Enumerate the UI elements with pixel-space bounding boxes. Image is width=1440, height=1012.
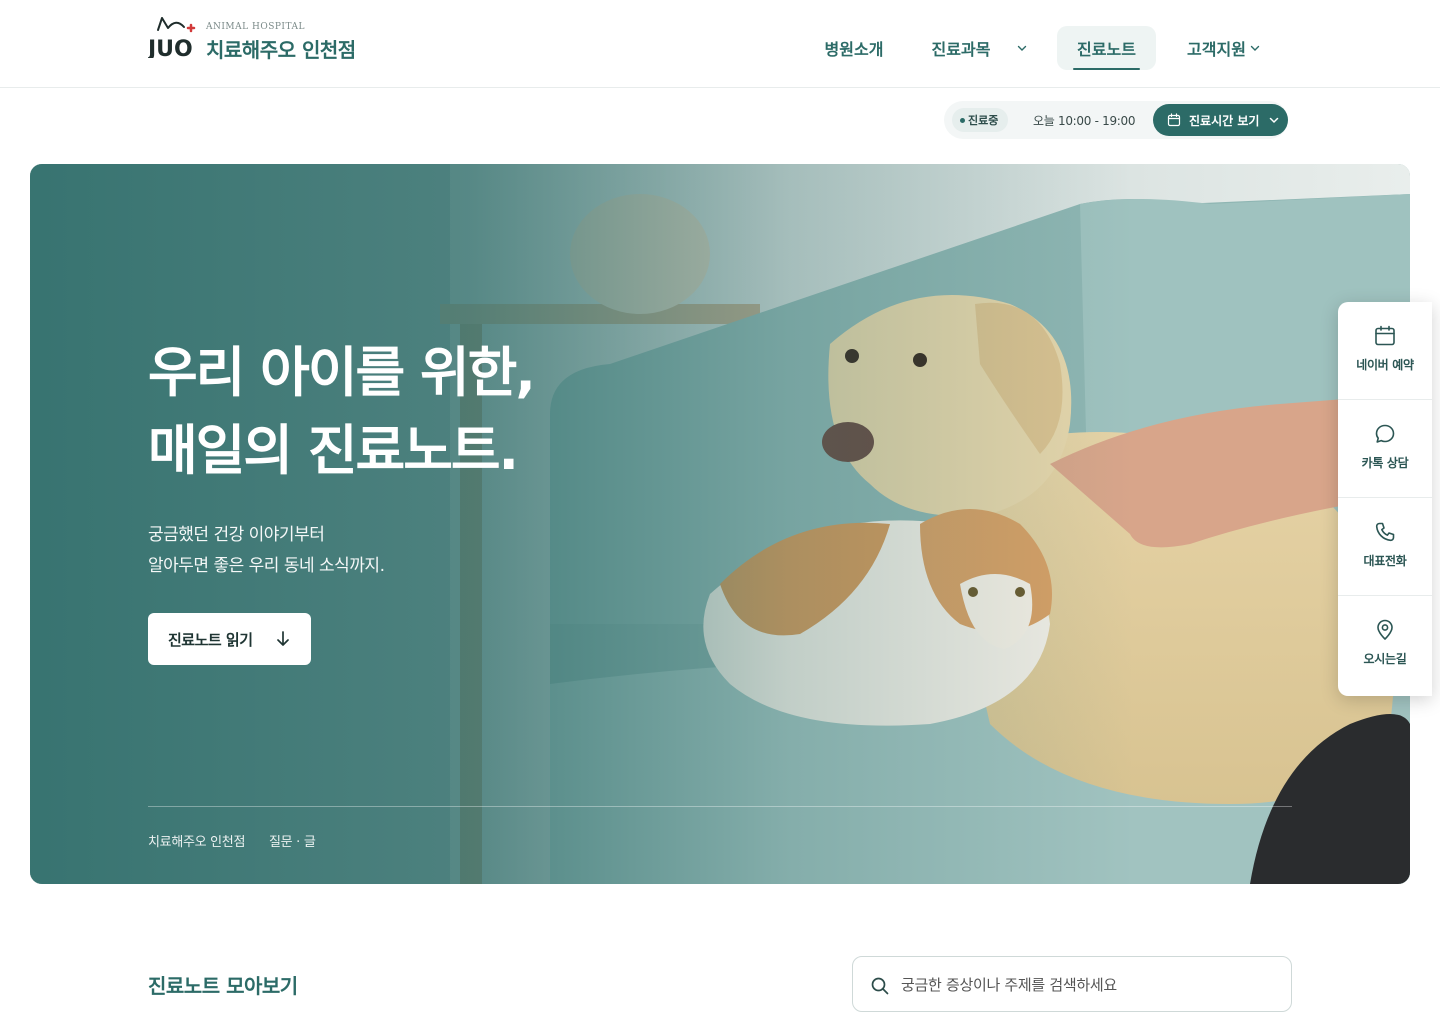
status-label: 진료중 [968, 114, 999, 127]
hospital-logo-icon: JUO [148, 17, 196, 58]
chevron-down-icon [1250, 45, 1260, 51]
calendar-icon [1375, 325, 1395, 346]
quick-label: 네이버 예약 [1356, 358, 1414, 372]
nav-support[interactable]: 고객지원 [1176, 26, 1272, 70]
hero-meta-category: 질문 · 글 [269, 835, 316, 850]
hero-title: 우리 아이를 위한, 매일의 진료노트. [148, 334, 536, 490]
nav-departments[interactable]: 진료과목 [920, 26, 1040, 70]
notes-section-title: 진료노트 모아보기 [148, 974, 298, 998]
svg-text:JUO: JUO [148, 37, 193, 58]
hero-meta-branch: 치료해주오 인천점 [148, 835, 246, 850]
read-notes-button[interactable]: 진료노트 읽기 [148, 613, 311, 665]
active-tab-indicator [1073, 68, 1140, 70]
view-hours-label: 진료시간 보기 [1189, 113, 1260, 128]
notes-search-box [852, 956, 1292, 1012]
quick-naver-booking[interactable]: 네이버 예약 [1338, 302, 1432, 400]
hero-subtitle-line1: 궁금했던 건강 이야기부터 [148, 525, 325, 545]
map-pin-icon [1377, 619, 1393, 640]
nav-label: 병원소개 [824, 40, 884, 59]
read-notes-label: 진료노트 읽기 [168, 630, 253, 649]
quick-phone[interactable]: 대표전화 [1338, 498, 1432, 596]
site-header: JUO ANIMAL HOSPITAL 치료해주오 인천점 병원소개 진료과목 … [0, 0, 1440, 88]
hero-divider [148, 806, 1292, 807]
view-hours-button[interactable]: 진료시간 보기 [1153, 104, 1288, 136]
hospital-name: 치료해주오 인천점 [206, 38, 356, 62]
hero-subtitle-line2: 알아두면 좋은 우리 동네 소식까지. [148, 556, 385, 576]
quick-directions[interactable]: 오시는길 [1338, 596, 1432, 694]
today-hours: 오늘 10:00 - 19:00 [1033, 114, 1136, 128]
quick-label: 카톡 상담 [1361, 456, 1409, 470]
chevron-down-icon [1270, 117, 1279, 124]
nav-about[interactable]: 병원소개 [808, 26, 900, 70]
calendar-icon [1167, 113, 1181, 127]
open-status-badge: 진료중 [952, 108, 1009, 132]
quick-label: 대표전화 [1363, 554, 1407, 568]
nav-notes[interactable]: 진료노트 [1057, 26, 1156, 70]
hero-banner: 우리 아이를 위한, 매일의 진료노트. 궁금했던 건강 이야기부터 알아두면 … [30, 164, 1410, 884]
logo-subtitle: ANIMAL HOSPITAL [206, 22, 305, 32]
arrow-down-icon [277, 631, 289, 646]
search-icon [871, 977, 889, 995]
phone-icon [1375, 522, 1395, 542]
nav-label: 진료과목 [931, 40, 991, 59]
status-dot [960, 118, 965, 123]
nav-label: 진료노트 [1077, 40, 1136, 59]
hero-subtitle: 궁금했던 건강 이야기부터 알아두면 좋은 우리 동네 소식까지. [148, 520, 385, 582]
nav-label: 고객지원 [1187, 40, 1246, 59]
hero-title-line1: 우리 아이를 위한, [148, 341, 536, 404]
quick-menu: 네이버 예약 카톡 상담 대표전화 오시는길 [1338, 302, 1432, 696]
chat-bubble-icon [1375, 424, 1395, 443]
quick-kakao-chat[interactable]: 카톡 상담 [1338, 400, 1432, 498]
site-logo[interactable]: JUO ANIMAL HOSPITAL 치료해주오 인천점 [148, 12, 378, 62]
hero-title-line2: 매일의 진료노트. [148, 419, 519, 482]
quick-label: 오시는길 [1363, 652, 1407, 666]
chevron-down-icon [1018, 45, 1027, 51]
search-input[interactable] [901, 973, 1271, 997]
clinic-status-bar: 진료중 오늘 10:00 - 19:00 진료시간 보기 [944, 101, 1288, 139]
